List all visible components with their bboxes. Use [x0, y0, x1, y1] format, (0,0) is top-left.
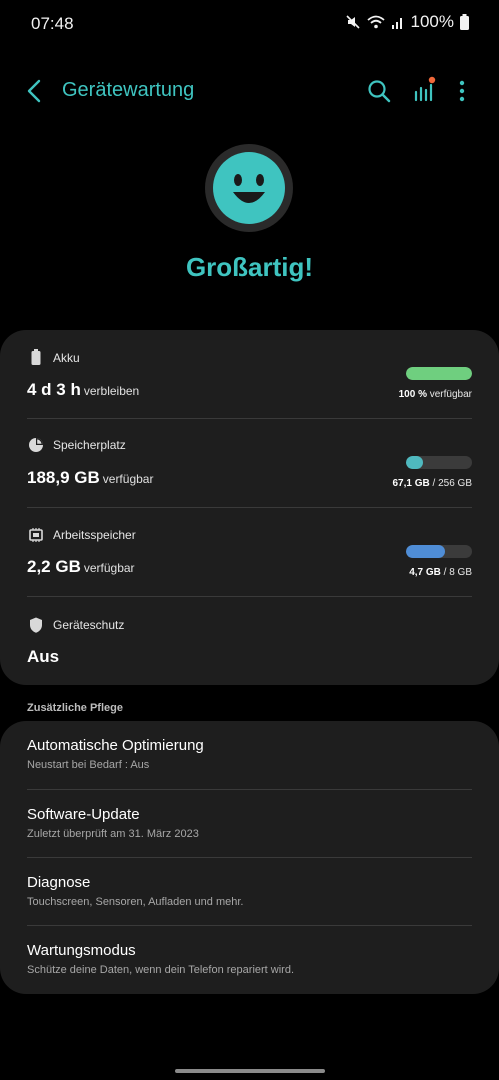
list-item-subtitle: Neustart bei Bedarf : Aus [27, 759, 150, 771]
memory-row[interactable]: Arbeitsspeicher 2,2 GB verfügbar 4,7 GB /… [0, 508, 499, 596]
stats-icon [414, 76, 436, 102]
status-time: 07:48 [31, 14, 74, 33]
storage-value: 188,9 GB verfügbar [27, 468, 153, 488]
list-item-maintenance-mode[interactable]: Wartungsmodus Schütze deine Daten, wenn … [0, 926, 499, 994]
battery-label: Akku [53, 351, 80, 365]
additional-care-card: Automatische Optimierung Neustart bei Be… [0, 721, 499, 994]
overview-card: Akku 4 d 3 h verbleiben 100 % verfügbar S… [0, 330, 499, 685]
storage-label: Speicherplatz [53, 438, 126, 452]
search-button[interactable] [364, 76, 394, 106]
storage-caption-rest: / 256 GB [429, 478, 472, 489]
list-item-title: Wartungsmodus [27, 942, 136, 959]
battery-bar-fill [406, 367, 472, 380]
app-bar: Gerätewartung [0, 66, 499, 116]
signal-icon [391, 18, 402, 29]
battery-remaining: 4 d 3 h [27, 380, 81, 399]
device-protection-label: Geräteschutz [53, 618, 125, 632]
search-icon [368, 80, 391, 103]
battery-bar [406, 367, 472, 380]
memory-chip-icon [29, 528, 43, 542]
storage-pie-icon [29, 438, 43, 452]
storage-row[interactable]: Speicherplatz 188,9 GB verfügbar 67,1 GB … [0, 419, 499, 507]
back-button[interactable] [20, 76, 50, 106]
storage-unit: verfügbar [102, 472, 154, 486]
home-indicator[interactable] [175, 1069, 325, 1073]
battery-caption-rest: verfügbar [426, 389, 472, 400]
memory-available: 2,2 GB [27, 557, 81, 576]
list-item-title: Automatische Optimierung [27, 737, 204, 754]
memory-caption-rest: / 8 GB [440, 567, 472, 578]
battery-caption: 100 % verfügbar [399, 389, 472, 400]
mute-icon [345, 15, 360, 29]
memory-label: Arbeitsspeicher [53, 528, 136, 542]
device-status-text: Großartig! [185, 252, 314, 282]
more-icon [459, 80, 465, 102]
memory-value: 2,2 GB verfügbar [27, 557, 135, 577]
storage-bar-fill [406, 456, 424, 469]
section-header: Zusätzliche Pflege [27, 702, 123, 714]
list-item-software-update[interactable]: Software-Update Zuletzt überprüft am 31.… [0, 790, 499, 858]
storage-caption-value: 67,1 GB [392, 478, 430, 489]
storage-available: 188,9 GB [27, 468, 100, 487]
battery-value: 4 d 3 h verbleiben [27, 380, 139, 400]
memory-caption: 4,7 GB / 8 GB [409, 567, 472, 578]
memory-caption-value: 4,7 GB [409, 567, 441, 578]
list-item-diagnostics[interactable]: Diagnose Touchscreen, Sensoren, Aufladen… [0, 858, 499, 926]
notification-dot [428, 76, 436, 84]
memory-bar [406, 545, 472, 558]
statistics-button[interactable] [410, 74, 440, 106]
list-item-title: Diagnose [27, 874, 91, 891]
chevron-left-icon [27, 79, 41, 103]
memory-bar-fill [406, 545, 445, 558]
status-bar: 07:48 100% [0, 0, 499, 48]
battery-icon [460, 14, 469, 30]
battery-row[interactable]: Akku 4 d 3 h verbleiben 100 % verfügbar [0, 330, 499, 418]
battery-caption-value: 100 % [398, 389, 427, 400]
storage-bar [406, 456, 472, 469]
more-options-button[interactable] [452, 76, 472, 106]
list-item-subtitle: Touchscreen, Sensoren, Aufladen und mehr… [27, 896, 244, 908]
battery-percent: 100% [410, 12, 454, 31]
device-protection-value: Aus [27, 647, 60, 666]
list-item-subtitle: Schütze deine Daten, wenn dein Telefon r… [27, 964, 295, 976]
memory-unit: verfügbar [83, 561, 135, 575]
smiley-icon [205, 144, 293, 232]
storage-caption: 67,1 GB / 256 GB [393, 478, 473, 489]
wifi-icon [366, 15, 385, 29]
status-icons: 100% [345, 12, 469, 32]
list-item-title: Software-Update [27, 806, 140, 823]
list-item-auto-optimization[interactable]: Automatische Optimierung Neustart bei Be… [0, 721, 499, 789]
battery-icon [31, 349, 41, 365]
page-title: Gerätewartung [62, 79, 195, 101]
battery-unit: verbleiben [83, 384, 140, 398]
device-protection-row[interactable]: Geräteschutz Aus [0, 597, 499, 685]
list-item-subtitle: Zuletzt überprüft am 31. März 2023 [27, 828, 199, 840]
shield-icon [30, 617, 42, 633]
